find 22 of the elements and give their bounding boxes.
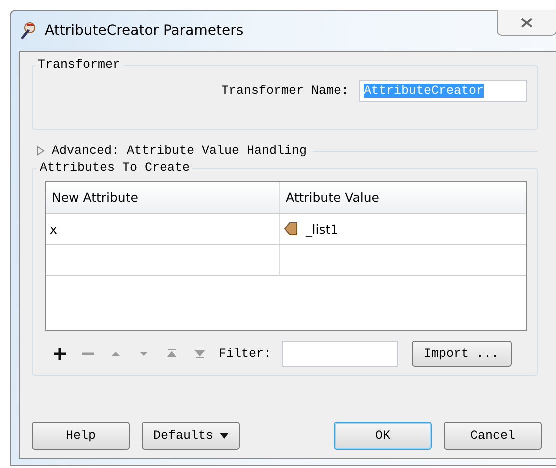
filter-field[interactable] (282, 341, 398, 367)
column-header[interactable]: New Attribute (46, 182, 280, 213)
defaults-button[interactable]: Defaults (142, 422, 240, 450)
dropdown-arrow-icon (220, 433, 228, 439)
close-icon (521, 18, 533, 28)
attribute-icon (284, 222, 298, 236)
expand-arrow-icon[interactable] (36, 146, 46, 156)
window-title: AttributeCreator Parameters (45, 23, 244, 39)
column-header[interactable]: Attribute Value (280, 182, 526, 213)
group-title: Transformer (37, 58, 122, 72)
import-button[interactable]: Import ... (412, 341, 512, 367)
ok-button[interactable]: OK (334, 422, 432, 450)
help-button[interactable]: Help (32, 422, 130, 450)
cancel-button[interactable]: Cancel (444, 422, 542, 450)
filter-label: Filter: (219, 347, 272, 361)
field-label: Transformer Name: (221, 84, 349, 98)
add-icon[interactable] (53, 347, 67, 361)
group-title: Attributes To Create (39, 161, 192, 175)
close-button[interactable] (497, 10, 556, 36)
table-cell[interactable]: x (46, 214, 280, 244)
section-toggle[interactable]: Advanced: Attribute Value Handling (52, 144, 308, 158)
table-cell[interactable]: _list1 (306, 222, 339, 236)
